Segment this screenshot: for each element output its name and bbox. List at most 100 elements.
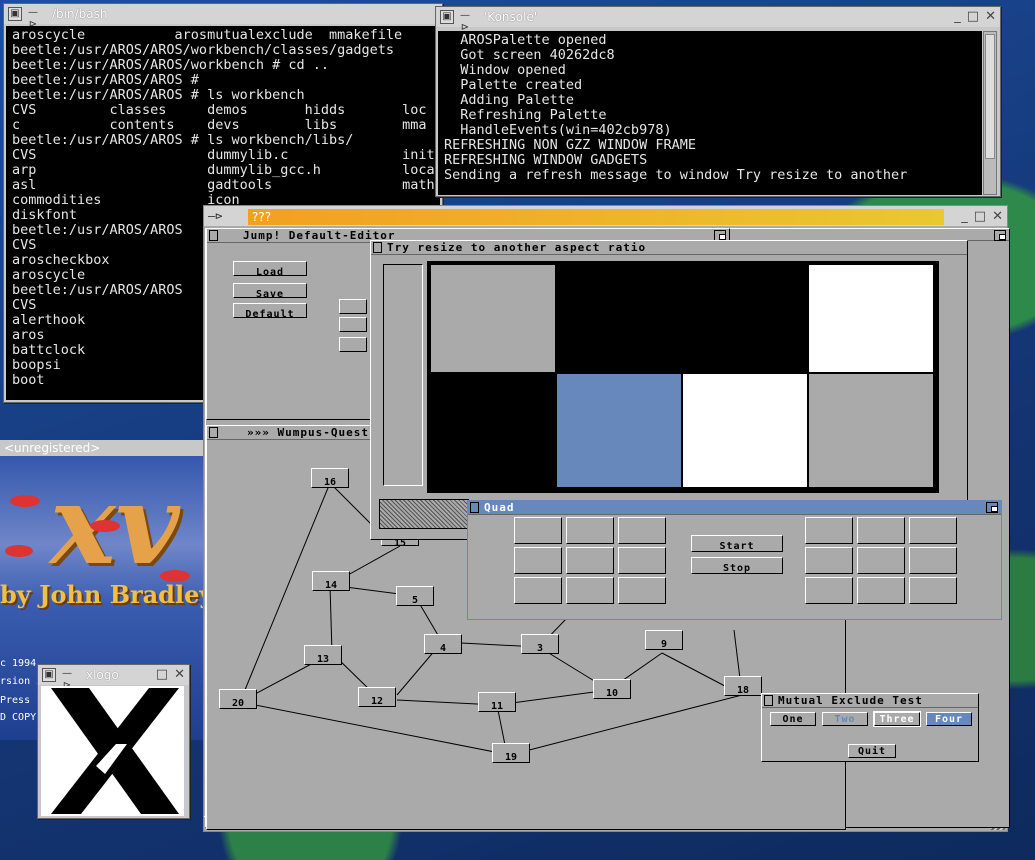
window-menu-icon[interactable]: ▣ bbox=[440, 10, 454, 24]
quad-cell[interactable] bbox=[805, 517, 853, 544]
quad-cell[interactable] bbox=[909, 577, 957, 604]
cave-node[interactable]: 4 bbox=[424, 634, 462, 654]
konsole-titlebar[interactable]: ▣ —⊳ 'Konsole' _ □ ✕ bbox=[436, 7, 1000, 33]
window-menu-icon[interactable]: ▣ bbox=[42, 668, 56, 682]
cave-node[interactable]: 5 bbox=[396, 586, 434, 606]
cave-node[interactable]: 19 bbox=[492, 743, 530, 763]
pin-icon[interactable]: —⊳ bbox=[60, 668, 74, 691]
close-gadget-icon[interactable] bbox=[470, 502, 479, 513]
cave-node[interactable]: 20 bbox=[219, 689, 257, 709]
cave-node[interactable]: 12 bbox=[358, 687, 396, 707]
window-menu-icon[interactable]: ▣ bbox=[8, 7, 22, 21]
quad-cell[interactable] bbox=[514, 577, 562, 604]
cave-node[interactable]: 3 bbox=[521, 634, 559, 654]
quad-cell[interactable] bbox=[618, 577, 666, 604]
konsole-terminal[interactable]: AROSPalette opened Got screen 40262dc8 W… bbox=[438, 31, 982, 195]
resize-test-titlebar[interactable]: Try resize to another aspect ratio bbox=[371, 241, 967, 255]
close-gadget-icon[interactable] bbox=[373, 242, 382, 253]
option-button[interactable] bbox=[339, 299, 367, 314]
bash-title: /bin/bash bbox=[52, 7, 108, 21]
cave-node[interactable]: 9 bbox=[645, 630, 683, 650]
close-icon[interactable]: ✕ bbox=[985, 10, 996, 24]
pin-icon[interactable]: —⊳ bbox=[458, 10, 472, 33]
terminal-line: arp dummylib_gcc.h locale bbox=[12, 162, 440, 178]
option-button[interactable] bbox=[339, 337, 367, 352]
quad-cell[interactable] bbox=[618, 517, 666, 544]
mutual-exclude-titlebar[interactable]: Mutual Exclude Test bbox=[762, 694, 978, 708]
depth-gadget-icon[interactable] bbox=[994, 230, 1006, 241]
aros-screen-titlebar[interactable]: —⊳ ??? _ □ ✕ bbox=[204, 206, 1007, 226]
terminal-line: HandleEvents(win=402cb978) bbox=[444, 122, 672, 138]
quad-cell[interactable] bbox=[805, 577, 853, 604]
resize-test-title: Try resize to another aspect ratio bbox=[387, 241, 647, 254]
load-button[interactable]: Load bbox=[233, 261, 307, 278]
quad-cell[interactable] bbox=[857, 547, 905, 574]
stop-button[interactable]: Stop bbox=[691, 557, 783, 574]
quad-window[interactable]: Quad Start Stop bbox=[467, 500, 1002, 620]
save-button[interactable]: Save bbox=[233, 283, 307, 300]
option-button[interactable] bbox=[339, 317, 367, 332]
terminal-line: CVS dummylib.c initstruc bbox=[12, 147, 440, 163]
horizontal-scrollbar[interactable] bbox=[379, 499, 469, 529]
quad-cell[interactable] bbox=[566, 577, 614, 604]
grid-cell-black bbox=[431, 374, 555, 487]
cave-node[interactable]: 16 bbox=[311, 468, 349, 488]
resize-test-window[interactable]: Try resize to another aspect ratio bbox=[370, 240, 968, 540]
terminal-line: Got screen 40262dc8 bbox=[444, 47, 615, 63]
grid-cell-white bbox=[809, 265, 933, 372]
quad-title: Quad bbox=[484, 501, 515, 514]
close-icon[interactable]: ✕ bbox=[174, 668, 185, 682]
quad-cell[interactable] bbox=[514, 547, 562, 574]
close-gadget-icon[interactable] bbox=[764, 695, 773, 706]
terminal-line: aroscycle arosmutualexclude mmakefile bbox=[12, 27, 403, 43]
mx-button-four[interactable]: Four bbox=[926, 712, 972, 726]
quad-cell[interactable] bbox=[566, 547, 614, 574]
quad-titlebar[interactable]: Quad bbox=[468, 501, 1001, 515]
quad-cell[interactable] bbox=[909, 517, 957, 544]
minimize-icon[interactable]: _ bbox=[961, 210, 968, 224]
bash-titlebar[interactable]: ▣ —⊳ /bin/bash bbox=[4, 4, 442, 30]
close-icon[interactable]: ✕ bbox=[992, 210, 1003, 224]
terminal-line: Window opened bbox=[444, 62, 566, 78]
quad-cell[interactable] bbox=[618, 547, 666, 574]
quad-cell[interactable] bbox=[909, 547, 957, 574]
maximize-icon[interactable]: □ bbox=[156, 668, 168, 682]
xv-author: by John Bradley bbox=[0, 580, 205, 609]
start-button[interactable]: Start bbox=[691, 535, 783, 552]
mx-button-three[interactable]: Three bbox=[873, 711, 921, 727]
mx-button-one[interactable]: One bbox=[770, 712, 816, 726]
fish-icon bbox=[5, 545, 33, 557]
konsole-window[interactable]: ▣ —⊳ 'Konsole' _ □ ✕ AROSPalette opened Go… bbox=[435, 6, 1001, 197]
quit-button[interactable]: Quit bbox=[848, 744, 896, 758]
konsole-title: 'Konsole' bbox=[484, 10, 538, 24]
quad-cell[interactable] bbox=[514, 517, 562, 544]
xlogo-window[interactable]: ▣ —⊳ xlogo □ ✕ bbox=[37, 664, 190, 819]
window-menu-icon[interactable]: —⊳ bbox=[208, 209, 222, 223]
quad-cell[interactable] bbox=[857, 577, 905, 604]
mutual-exclude-window[interactable]: Mutual Exclude Test One Two Three Four Q… bbox=[761, 693, 979, 762]
pin-icon[interactable]: —⊳ bbox=[26, 7, 40, 30]
quad-cell[interactable] bbox=[566, 517, 614, 544]
cave-node[interactable]: 18 bbox=[724, 676, 762, 696]
cave-node[interactable]: 14 bbox=[312, 571, 350, 591]
konsole-scrollbar[interactable] bbox=[983, 31, 997, 195]
xlogo-titlebar[interactable]: ▣ —⊳ xlogo □ ✕ bbox=[38, 665, 189, 691]
close-gadget-icon[interactable] bbox=[209, 427, 218, 438]
maximize-icon[interactable]: □ bbox=[974, 210, 986, 224]
cave-node[interactable]: 13 bbox=[304, 645, 342, 665]
grid-cell-grey bbox=[809, 374, 933, 487]
mx-button-two[interactable]: Two bbox=[822, 712, 868, 726]
quad-cell[interactable] bbox=[857, 517, 905, 544]
maximize-icon[interactable]: □ bbox=[967, 10, 979, 24]
cave-node[interactable]: 10 bbox=[593, 679, 631, 699]
x-logo-icon bbox=[41, 686, 184, 816]
terminal-line: beetle:/usr/AROS/AROS # ls workbench bbox=[12, 87, 305, 103]
scroll-thumb[interactable] bbox=[985, 34, 995, 159]
default-button[interactable]: Default bbox=[233, 303, 307, 320]
close-gadget-icon[interactable] bbox=[209, 230, 218, 241]
depth-gadget-icon[interactable] bbox=[986, 502, 998, 513]
cave-edge bbox=[329, 584, 333, 654]
minimize-icon[interactable]: _ bbox=[954, 10, 961, 24]
quad-cell[interactable] bbox=[805, 547, 853, 574]
cave-node[interactable]: 11 bbox=[478, 692, 516, 712]
